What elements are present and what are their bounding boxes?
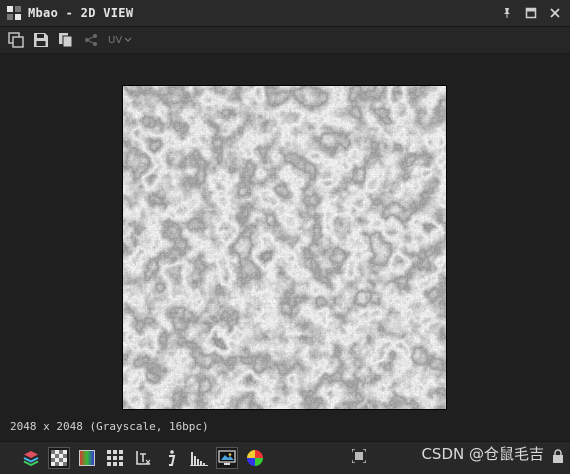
copy-icon bbox=[59, 33, 73, 48]
transform-icon bbox=[136, 451, 151, 465]
display-mode-button[interactable] bbox=[216, 447, 238, 469]
export-icon bbox=[8, 32, 24, 48]
color-channels-button[interactable] bbox=[76, 447, 98, 469]
title-bar: Mbao - 2D VIEW bbox=[0, 0, 570, 27]
tiling-button[interactable] bbox=[104, 447, 126, 469]
save-icon bbox=[34, 33, 48, 47]
2d-viewport[interactable]: 2048 x 2048 (Grayscale, 16bpc) bbox=[0, 54, 570, 440]
maximize-icon[interactable] bbox=[522, 4, 540, 22]
histogram-button[interactable] bbox=[188, 447, 210, 469]
texture-preview[interactable] bbox=[122, 85, 447, 410]
save-button[interactable] bbox=[30, 29, 52, 51]
grayscale-texture-image bbox=[123, 86, 446, 409]
color-wheel-button[interactable] bbox=[244, 447, 266, 469]
layers-button[interactable] bbox=[20, 447, 42, 469]
uv-label: UV bbox=[108, 34, 123, 46]
monitor-icon bbox=[218, 450, 236, 465]
export-view-button[interactable] bbox=[5, 29, 27, 51]
color-wheel-icon bbox=[247, 450, 263, 466]
image-info-status: 2048 x 2048 (Grayscale, 16bpc) bbox=[10, 420, 209, 433]
uv-tiling-button[interactable] bbox=[132, 447, 154, 469]
info-icon bbox=[169, 450, 176, 466]
toolbar: UV bbox=[0, 27, 570, 54]
close-icon[interactable] bbox=[546, 4, 564, 22]
chevron-down-icon bbox=[124, 37, 132, 42]
app-window-icon bbox=[7, 6, 21, 20]
uv-dropdown[interactable]: UV bbox=[108, 35, 132, 46]
fit-view-icon[interactable] bbox=[351, 448, 367, 464]
share-button[interactable] bbox=[80, 29, 102, 51]
watermark-text: CSDN @仓鼠毛吉 bbox=[421, 445, 544, 463]
transparency-checker-button[interactable] bbox=[48, 447, 70, 469]
info-button[interactable] bbox=[160, 447, 182, 469]
histogram-icon bbox=[190, 452, 208, 466]
pin-icon[interactable] bbox=[498, 4, 516, 22]
grid-icon bbox=[107, 450, 123, 466]
share-icon bbox=[85, 34, 97, 46]
lock-icon[interactable] bbox=[552, 448, 564, 463]
window-title: Mbao - 2D VIEW bbox=[28, 6, 134, 20]
channels-gradient-icon bbox=[79, 450, 95, 466]
copy-button[interactable] bbox=[55, 29, 77, 51]
layers-icon bbox=[23, 451, 39, 467]
checkerboard-icon bbox=[51, 450, 67, 466]
